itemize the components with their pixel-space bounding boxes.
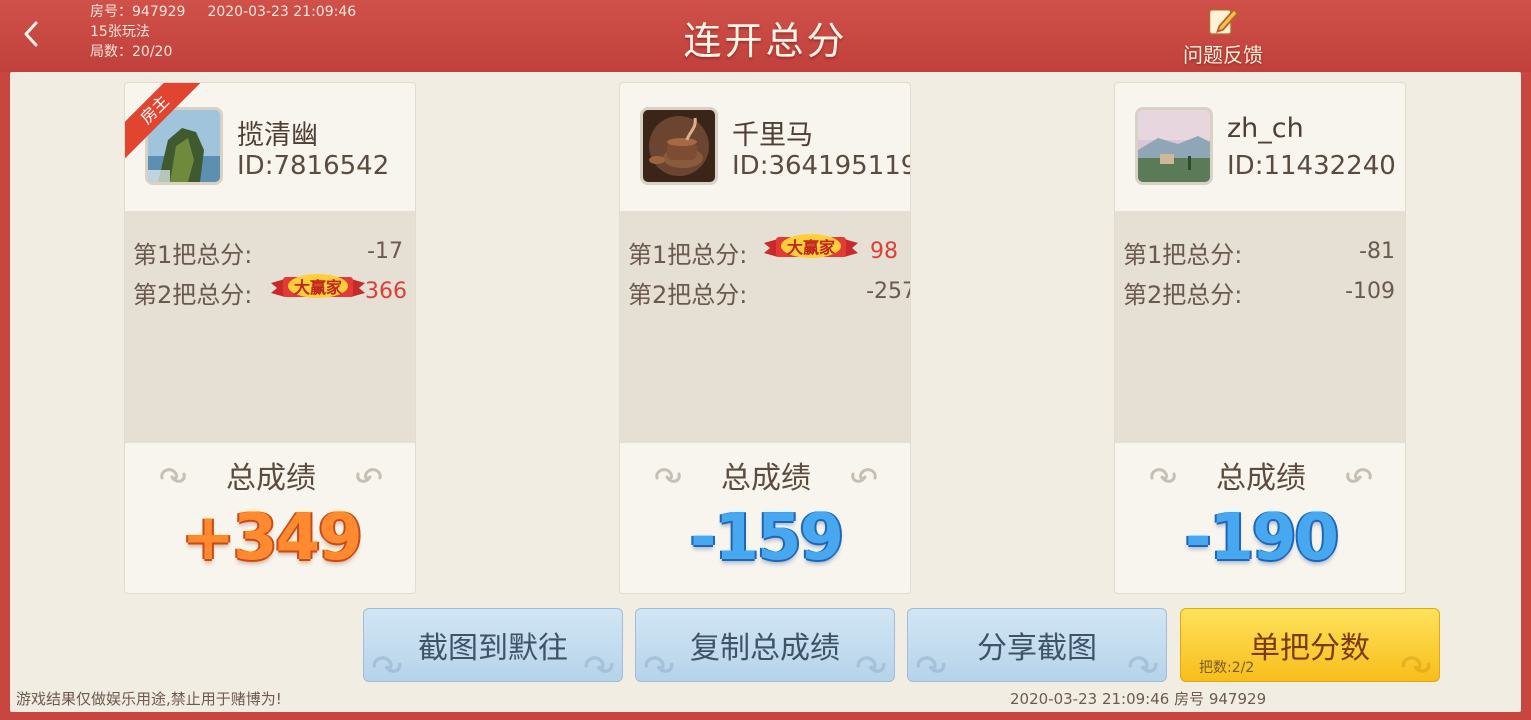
disclaimer-text: 游戏结果仅做娱乐用途,禁止用于赌博为! xyxy=(16,690,282,708)
single-round-score-button[interactable]: 单把分数 把数:2/2 xyxy=(1180,608,1440,682)
round-score: 366 xyxy=(365,279,407,304)
total-label: 总成绩 xyxy=(721,461,811,496)
player-card: zh_ch ID:11432240 第1把总分: -81 第2把总分: -109… xyxy=(1114,82,1406,594)
round-scores: 第1把总分: 大赢家 98 第2把总分: -257 xyxy=(620,211,910,443)
header-bar: 房号：947929 2020-03-23 21:09:46 15张玩法 局数：20… xyxy=(0,0,1531,72)
button-label: 复制总成绩 xyxy=(690,631,840,666)
round-score: -109 xyxy=(1345,279,1395,304)
cloud-swirl-icon xyxy=(856,656,886,673)
screenshot-to-moxin-button[interactable]: 截图到默往 xyxy=(363,608,623,682)
button-label: 截图到默往 xyxy=(418,631,568,666)
cloud-swirl-icon xyxy=(372,656,402,673)
player-card: 房主 揽清幽 ID:7816542 第1把总分: -17 第2把总分: 大赢家 … xyxy=(124,82,416,594)
cloud-swirl-icon xyxy=(1128,656,1158,673)
round-row: 第2把总分: 大赢家 366 xyxy=(133,269,415,309)
feedback-label: 问题反馈 xyxy=(1183,43,1263,67)
cloud-swirl-icon xyxy=(356,468,382,483)
round-row: 第2把总分: -109 xyxy=(1123,269,1405,309)
player-name: zh_ch xyxy=(1227,113,1304,144)
player-id: ID:364195119 xyxy=(732,151,911,181)
round-row: 第1把总分: -81 xyxy=(1123,229,1405,269)
cloud-swirl-icon xyxy=(1346,468,1372,483)
total-row: 总成绩 xyxy=(1115,453,1405,497)
round-label: 第1把总分: xyxy=(133,241,253,269)
total-row: 总成绩 xyxy=(125,453,415,497)
avatar[interactable] xyxy=(640,107,718,185)
winner-ribbon-icon: 大赢家 xyxy=(271,274,365,298)
cloud-swirl-icon xyxy=(1150,468,1176,483)
cloud-swirl-icon xyxy=(584,656,614,673)
cloud-swirl-icon xyxy=(160,468,186,483)
round-label: 第2把总分: xyxy=(628,281,748,309)
cloud-swirl-icon xyxy=(655,468,681,483)
page-title: 连开总分 xyxy=(683,19,848,63)
total-score: -159 xyxy=(689,501,844,575)
cloud-swirl-icon xyxy=(1401,656,1431,673)
total-score: +349 xyxy=(181,501,362,575)
round-score: -257 xyxy=(866,279,910,304)
share-screenshot-button[interactable]: 分享截图 xyxy=(907,608,1167,682)
score-panel: 房主 揽清幽 ID:7816542 第1把总分: -17 第2把总分: 大赢家 … xyxy=(10,72,1521,712)
round-row: 第1把总分: 大赢家 98 xyxy=(628,229,910,269)
cloud-swirl-icon xyxy=(644,656,674,673)
avatar-image xyxy=(643,110,715,182)
player-name: 千里马 xyxy=(732,120,813,151)
player-card: 千里马 ID:364195119 第1把总分: 大赢家 98 第2把总分: -2… xyxy=(619,82,911,594)
player-name: 揽清幽 xyxy=(237,120,318,151)
feedback-button[interactable]: 问题反馈 xyxy=(1170,6,1276,68)
round-label: 第1把总分: xyxy=(1123,241,1243,269)
total-score: -190 xyxy=(1184,501,1339,575)
round-label: 第2把总分: xyxy=(133,281,253,309)
round-row: 第1把总分: -17 xyxy=(133,229,415,269)
winner-badge-text: 大赢家 xyxy=(787,238,836,257)
button-label: 分享截图 xyxy=(977,631,1097,666)
round-scores: 第1把总分: -17 第2把总分: 大赢家 366 xyxy=(125,211,415,443)
edit-pencil-icon xyxy=(1208,8,1239,36)
total-label: 总成绩 xyxy=(1216,461,1306,496)
round-progress: 把数:2/2 xyxy=(1199,660,1255,676)
copy-total-button[interactable]: 复制总成绩 xyxy=(635,608,895,682)
round-label: 第2把总分: xyxy=(1123,281,1243,309)
round-row: 第2把总分: -257 xyxy=(628,269,910,309)
cloud-swirl-icon xyxy=(851,468,877,483)
round-score: -17 xyxy=(367,239,403,264)
round-score: 98 xyxy=(870,239,898,264)
total-row: 总成绩 xyxy=(620,453,910,497)
button-label: 单把分数 xyxy=(1250,631,1370,666)
round-scores: 第1把总分: -81 第2把总分: -109 xyxy=(1115,211,1405,443)
round-label: 第1把总分: xyxy=(628,241,748,269)
winner-badge-text: 大赢家 xyxy=(294,278,343,297)
cloud-swirl-icon xyxy=(916,656,946,673)
avatar[interactable] xyxy=(1135,107,1213,185)
player-id: ID:11432240 xyxy=(1227,151,1396,181)
player-id: ID:7816542 xyxy=(237,151,390,181)
total-label: 总成绩 xyxy=(226,461,316,496)
avatar-image xyxy=(1138,110,1210,182)
winner-ribbon-icon: 大赢家 xyxy=(764,234,858,258)
round-score: -81 xyxy=(1359,239,1395,264)
footer-stamp: 2020-03-23 21:09:46 房号 947929 xyxy=(1010,690,1267,708)
